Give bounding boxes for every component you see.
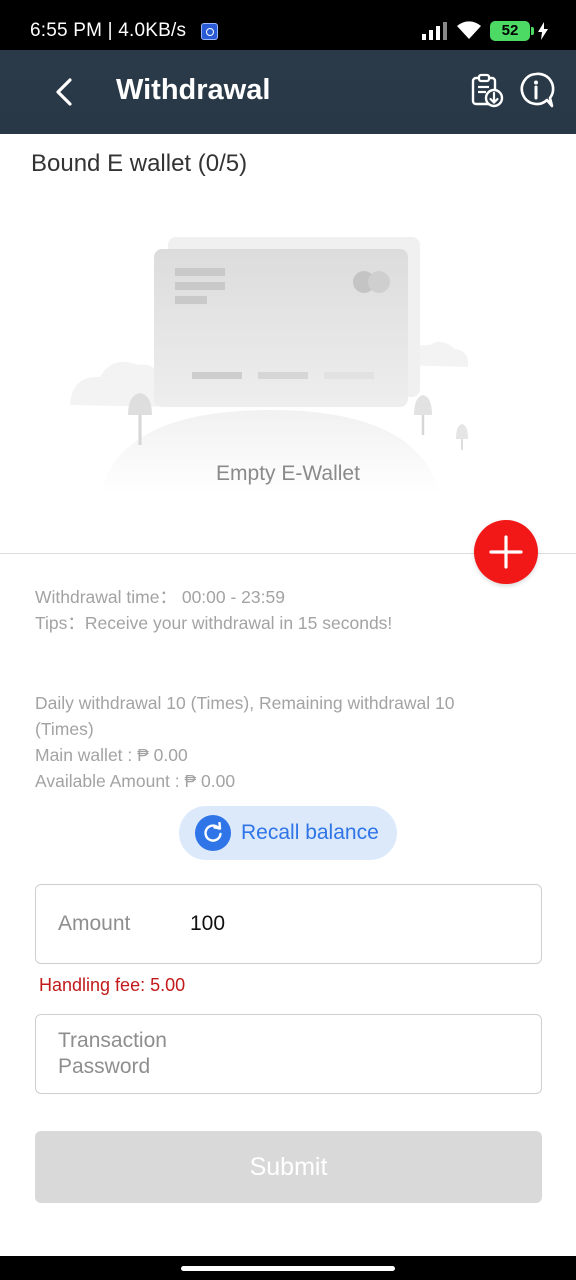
home-indicator[interactable] bbox=[181, 1266, 395, 1271]
amount-field[interactable]: Amount bbox=[35, 884, 542, 964]
handling-fee-text: Handling fee: 5.00 bbox=[39, 975, 186, 995]
app-notification-icon bbox=[201, 23, 218, 40]
back-button[interactable] bbox=[44, 70, 84, 114]
info-button[interactable] bbox=[516, 70, 556, 110]
daily-limit-text: Daily withdrawal 10 (Times), Remaining w… bbox=[35, 693, 455, 739]
transaction-password-label-line1: Transaction bbox=[58, 1029, 167, 1052]
status-time: 6:55 PM | 4.0KB/s bbox=[30, 20, 187, 41]
wifi-icon bbox=[457, 21, 481, 39]
amount-label: Amount bbox=[58, 912, 131, 935]
plus-icon bbox=[489, 535, 523, 569]
transaction-password-field[interactable]: Transaction Password bbox=[35, 1014, 542, 1094]
amount-input[interactable] bbox=[190, 912, 510, 936]
balance-info: Daily withdrawal 10 (Times), Remaining w… bbox=[35, 690, 515, 794]
charging-icon bbox=[538, 22, 548, 40]
main-wallet-text: Main wallet : ₱ 0.00 bbox=[35, 745, 188, 765]
info-icon bbox=[520, 72, 555, 108]
withdrawal-records-button[interactable] bbox=[466, 70, 506, 110]
status-bar: 6:55 PM | 4.0KB/s 52 bbox=[0, 0, 576, 50]
tips-text: Tips：Receive your withdrawal in 15 secon… bbox=[35, 613, 393, 633]
battery-indicator: 52 bbox=[490, 21, 534, 41]
add-ewallet-button[interactable] bbox=[474, 520, 538, 584]
transaction-password-label-line2: Password bbox=[58, 1055, 151, 1078]
app-bar: Withdrawal bbox=[0, 50, 576, 134]
withdrawal-time-text: Withdrawal time： 00:00 - 23:59 bbox=[35, 587, 285, 607]
recall-balance-label: Recall balance bbox=[241, 821, 379, 844]
bound-ewallet-title: Bound E wallet (0/5) bbox=[31, 150, 248, 177]
status-indicators: 52 bbox=[422, 20, 548, 42]
signal-icon bbox=[422, 22, 447, 40]
clipboard-download-icon bbox=[471, 73, 504, 108]
system-nav-bar bbox=[0, 1256, 576, 1280]
chevron-left-icon bbox=[56, 78, 72, 106]
recall-balance-button[interactable]: Recall balance bbox=[179, 806, 397, 860]
refresh-icon bbox=[195, 815, 231, 851]
page-title: Withdrawal bbox=[116, 74, 271, 106]
submit-button[interactable]: Submit bbox=[35, 1131, 542, 1203]
empty-ewallet-label: Empty E-Wallet bbox=[216, 462, 360, 485]
available-amount-text: Available Amount : ₱ 0.00 bbox=[35, 771, 236, 791]
